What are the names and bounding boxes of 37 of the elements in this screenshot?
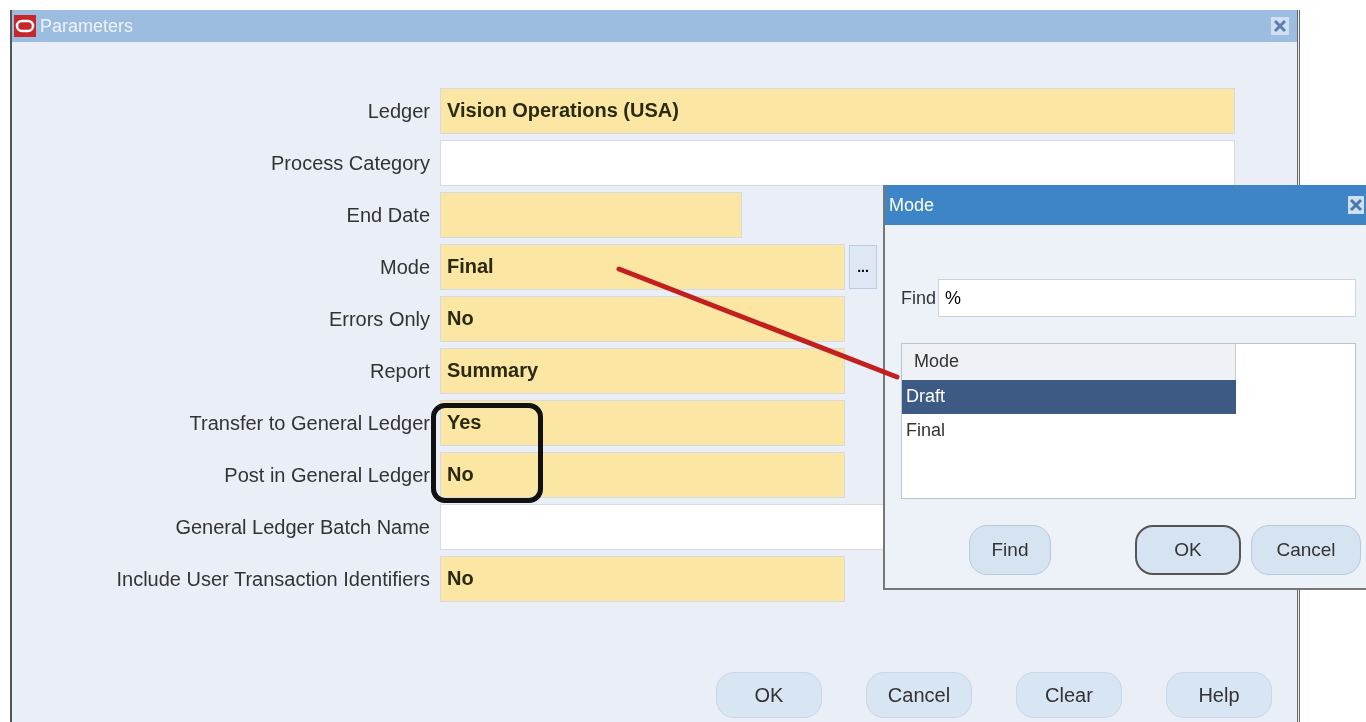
close-icon[interactable] bbox=[1348, 196, 1364, 214]
list-of-values-button[interactable]: ... bbox=[849, 245, 877, 289]
field-label: General Ledger Batch Name bbox=[174, 515, 430, 539]
dialog-button[interactable]: OK bbox=[1135, 525, 1241, 575]
window-title: Parameters bbox=[40, 15, 135, 37]
input-field[interactable] bbox=[440, 140, 1235, 186]
column-header: Mode bbox=[902, 344, 1236, 380]
field-label: Include User Transaction Identifiers bbox=[115, 567, 430, 591]
field-label: Process Category bbox=[270, 151, 430, 175]
field-label: End Date bbox=[345, 203, 430, 227]
input-field[interactable]: Yes bbox=[440, 400, 845, 446]
input-field[interactable]: Final bbox=[440, 244, 845, 290]
field-label: Report bbox=[368, 359, 430, 383]
input-field[interactable]: No bbox=[440, 296, 845, 342]
field-label: Ledger bbox=[366, 99, 430, 123]
find-label: Find bbox=[901, 287, 936, 309]
dialog-button[interactable]: Clear bbox=[1016, 672, 1122, 718]
find-field[interactable]: % bbox=[938, 279, 1356, 317]
dialog-button[interactable]: Find bbox=[969, 525, 1051, 575]
input-field[interactable]: Vision Operations (USA) bbox=[440, 88, 1235, 134]
field-label: Post in General Ledger bbox=[223, 463, 430, 487]
dialog-button[interactable]: Cancel bbox=[1251, 525, 1361, 575]
oracle-logo-icon bbox=[14, 15, 36, 37]
field-label: Errors Only bbox=[327, 307, 430, 331]
dialog-title: Mode bbox=[889, 194, 935, 216]
field-label: Mode bbox=[378, 255, 430, 279]
field-label: Transfer to General Ledger bbox=[188, 411, 430, 435]
input-field[interactable]: Summary bbox=[440, 348, 845, 394]
dialog-button[interactable]: OK bbox=[716, 672, 822, 718]
close-icon[interactable] bbox=[1271, 17, 1289, 35]
input-field[interactable] bbox=[440, 192, 742, 238]
dialog-button[interactable]: Help bbox=[1166, 672, 1272, 718]
input-field[interactable]: No bbox=[440, 452, 845, 498]
list-item[interactable]: Draft bbox=[902, 380, 1236, 414]
list-item[interactable]: Final bbox=[902, 414, 1236, 448]
input-field[interactable]: No bbox=[440, 556, 845, 602]
dialog-button[interactable]: Cancel bbox=[866, 672, 972, 718]
